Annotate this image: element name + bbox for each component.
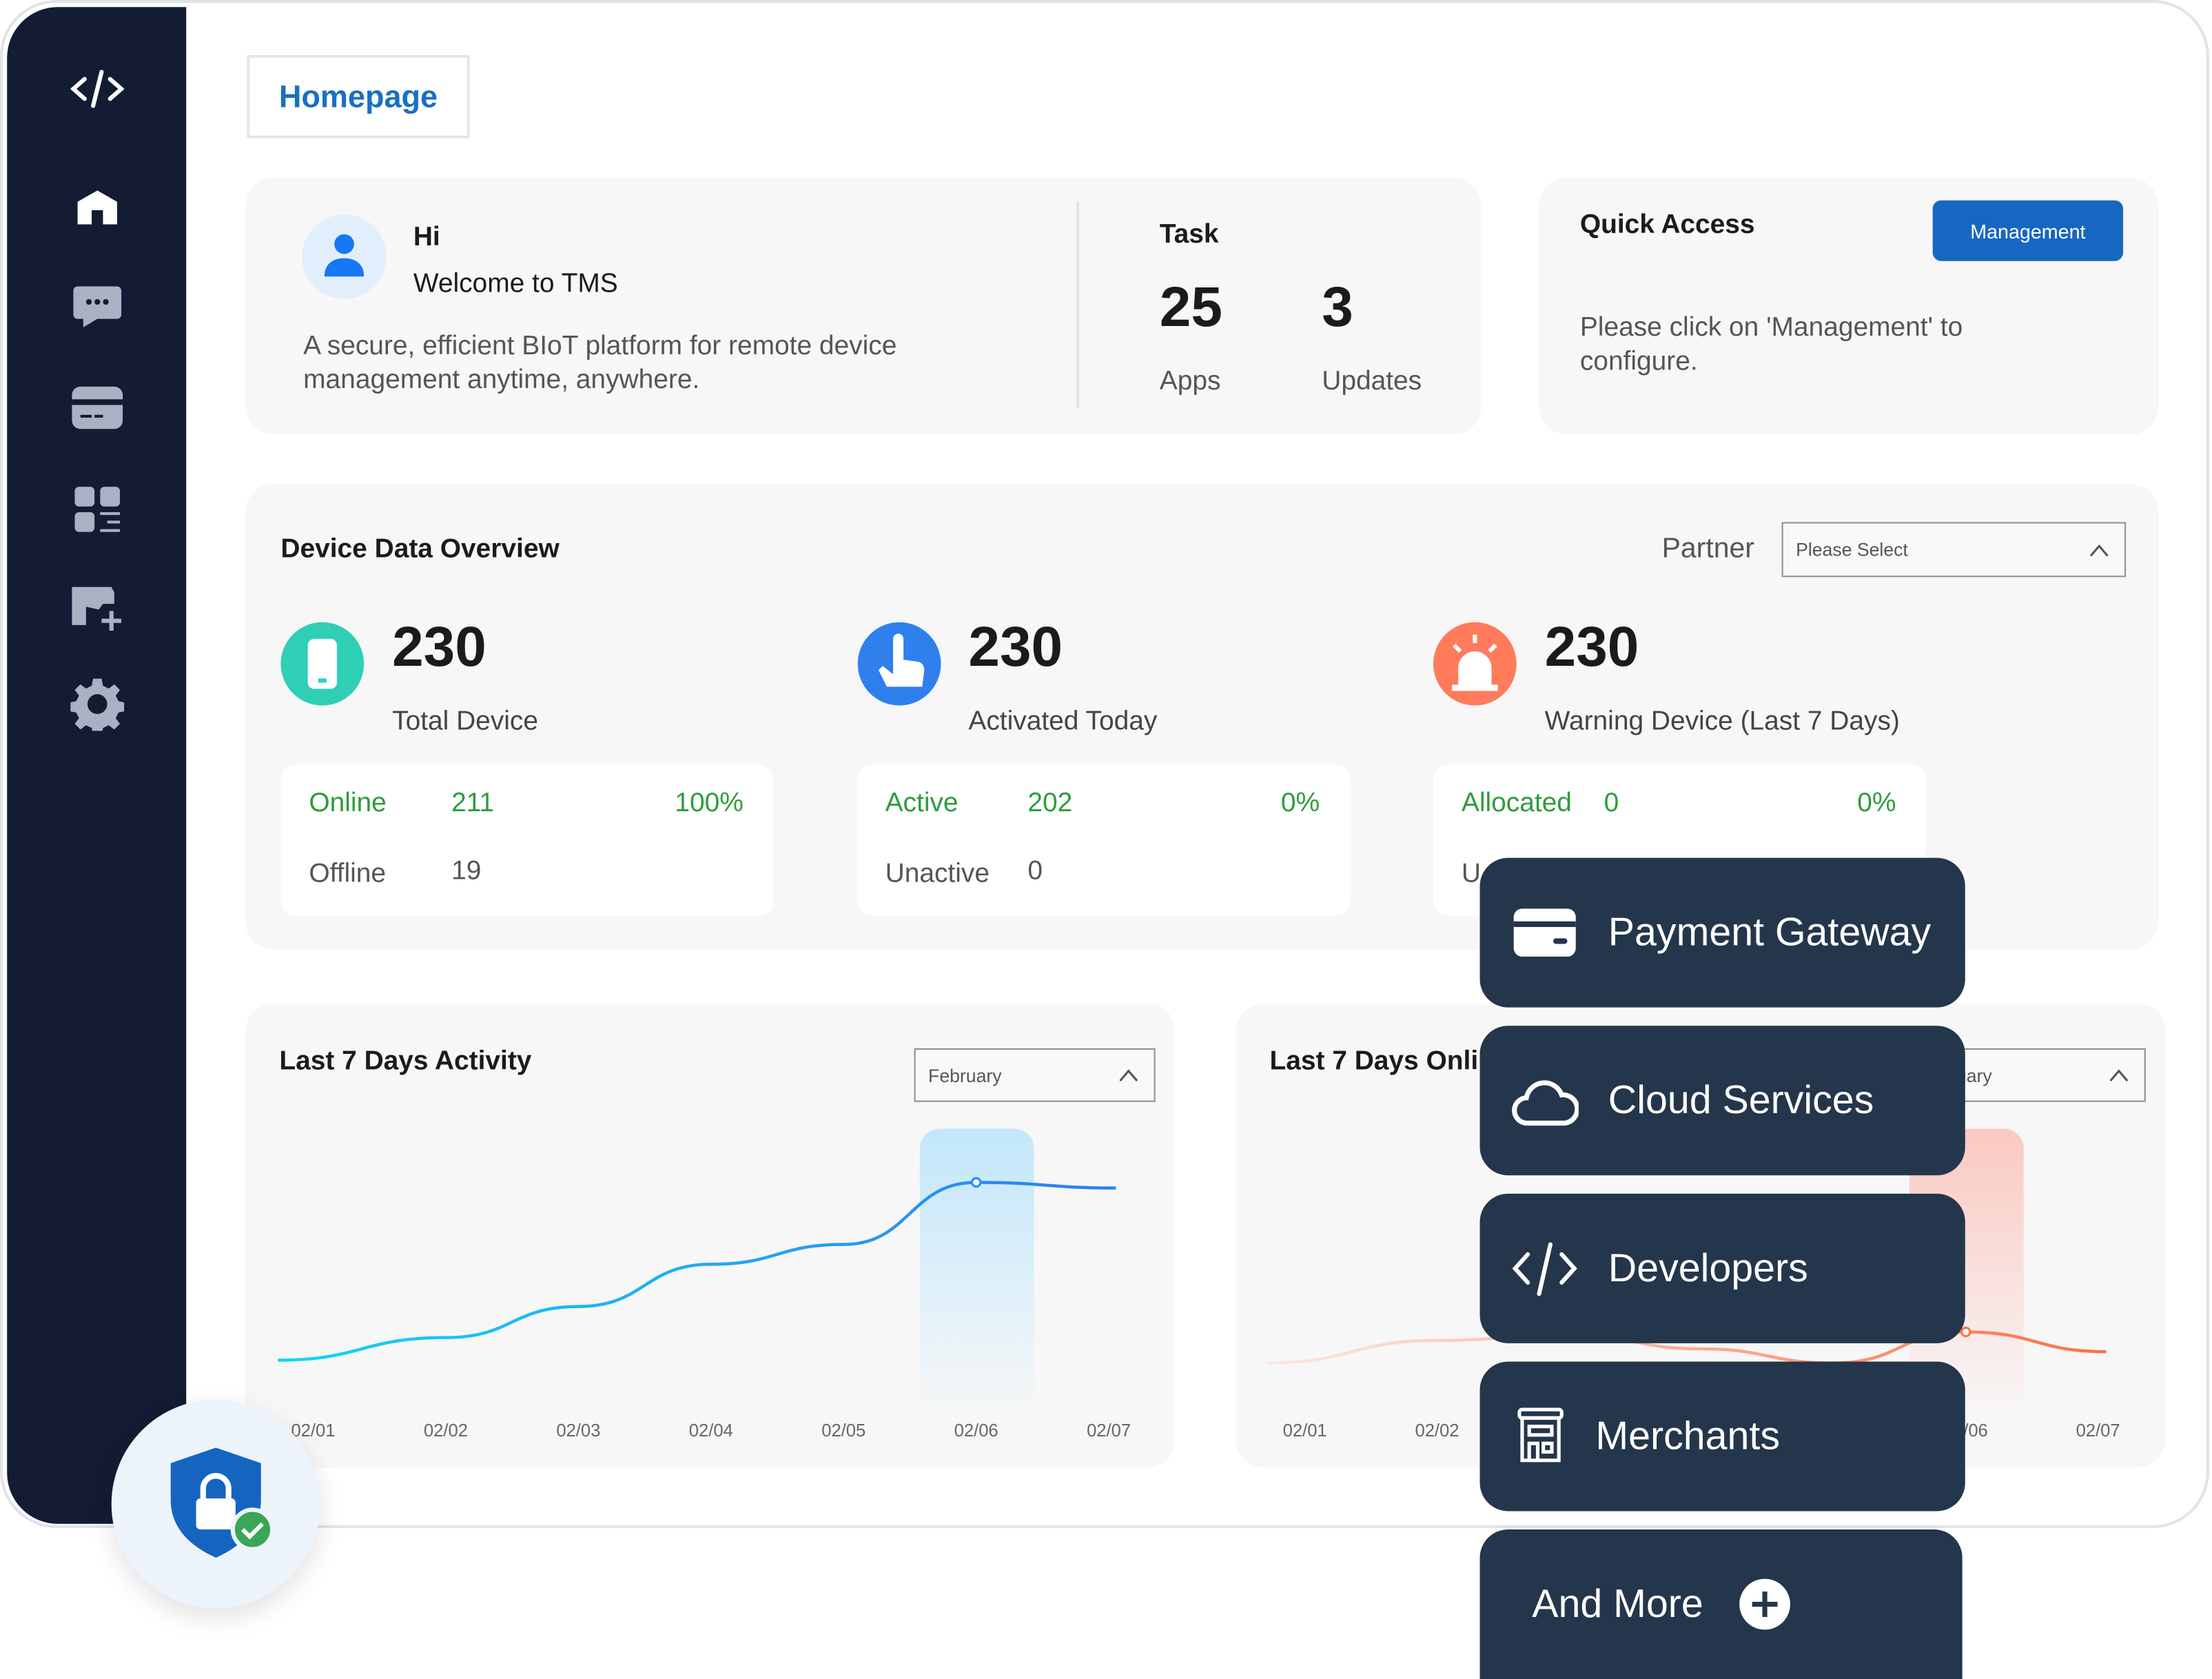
data-point[interactable] (1960, 1326, 1972, 1338)
menu-label: And More (1532, 1581, 1703, 1626)
x-tick-label: 02/02 (1415, 1421, 1459, 1441)
x-tick-label: 02/06 (954, 1421, 999, 1441)
menu-item-developers[interactable]: Developers (1479, 1193, 1965, 1343)
menu-label: Merchants (1595, 1414, 1780, 1458)
store-icon (1517, 1407, 1564, 1463)
highlight-band (919, 1128, 1034, 1418)
menu-label: Cloud Services (1608, 1077, 1874, 1122)
shield-lock-icon (170, 1447, 275, 1558)
x-tick-label: 02/07 (2076, 1421, 2120, 1441)
menu-item-cloud-services[interactable]: Cloud Services (1479, 1026, 1965, 1176)
x-tick-label: 02/04 (689, 1421, 733, 1441)
security-badge (111, 1399, 320, 1609)
x-tick-label: 02/02 (424, 1421, 468, 1441)
menu-item-and-more[interactable]: And More (1479, 1529, 1963, 1679)
x-tick-label: 02/07 (1087, 1421, 1131, 1441)
menu-item-payment-gateway[interactable]: Payment Gateway (1479, 857, 1965, 1008)
x-tick-label: 02/01 (291, 1421, 335, 1441)
x-tick-label: 02/05 (821, 1421, 866, 1441)
x-tick-label: 02/03 (556, 1421, 600, 1441)
menu-label: Payment Gateway (1608, 910, 1932, 954)
x-tick-label: 02/01 (1283, 1421, 1327, 1441)
cloud-icon (1512, 1080, 1579, 1126)
menu-label: Developers (1608, 1245, 1808, 1290)
data-point[interactable] (970, 1177, 982, 1188)
code-icon (1512, 1242, 1577, 1296)
plus-circle-icon (1739, 1578, 1790, 1630)
card-icon (1513, 908, 1576, 957)
menu-item-merchants[interactable]: Merchants (1479, 1361, 1965, 1512)
